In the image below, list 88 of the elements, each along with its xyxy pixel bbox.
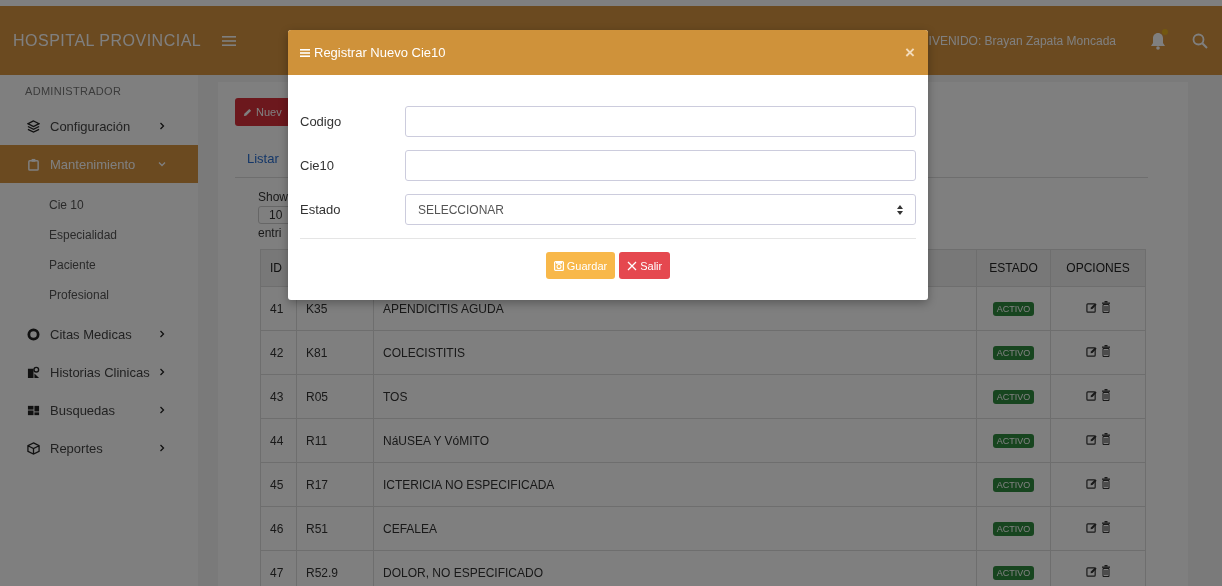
cube-icon	[27, 441, 40, 455]
grid-icon	[27, 403, 40, 417]
trash-icon	[1100, 521, 1111, 534]
show-label: Show	[258, 190, 290, 204]
table-cell: NáUSEA Y VóMITO	[373, 418, 977, 463]
status-badge: ACTIVO	[992, 434, 1035, 448]
table-cell: 46	[260, 506, 297, 551]
trash-icon	[1100, 389, 1111, 402]
trash-icon	[1100, 565, 1111, 578]
field-label: Codigo	[300, 114, 343, 129]
menu-icon	[300, 47, 310, 58]
edit-icon	[1085, 565, 1097, 577]
submenu-item[interactable]: Especialidad	[0, 220, 198, 250]
table-cell: 43	[260, 374, 297, 419]
status-badge: ACTIVO	[992, 302, 1035, 316]
edit-button[interactable]	[1085, 565, 1097, 577]
table-cell: CEFALEA	[373, 506, 977, 551]
table-cell: R17	[296, 462, 374, 507]
select-field[interactable]: SELECCIONAR	[405, 194, 916, 225]
table-cell: TOS	[373, 374, 977, 419]
table-cell: 45	[260, 462, 297, 507]
trash-icon	[1100, 433, 1111, 446]
delete-button[interactable]	[1100, 477, 1111, 490]
field-label: Cie10	[300, 158, 335, 173]
edit-button[interactable]	[1085, 301, 1097, 313]
edit-icon	[1085, 477, 1097, 489]
sidebar-item[interactable]: Reportes	[0, 429, 198, 467]
field-label: Estado	[300, 202, 342, 217]
submenu-item[interactable]: Paciente	[0, 250, 198, 280]
layers-icon	[27, 119, 40, 133]
list-tab[interactable]: Listar	[247, 151, 279, 166]
entries-label: entri	[258, 226, 283, 240]
section-heading: ADMINISTRADOR	[24, 85, 123, 97]
edit-button[interactable]	[1085, 477, 1097, 489]
circle-icon	[27, 327, 40, 341]
edit-button[interactable]	[1085, 521, 1097, 533]
delete-button[interactable]	[1100, 433, 1111, 446]
delete-button[interactable]	[1100, 345, 1111, 358]
delete-button[interactable]	[1100, 521, 1111, 534]
brand-title: HOSPITAL PROVINCIAL	[12, 31, 198, 50]
status-badge: ACTIVO	[992, 346, 1035, 360]
sort-arrows-icon	[897, 204, 903, 215]
delete-button[interactable]	[1100, 301, 1111, 314]
clipboard-icon	[27, 157, 40, 171]
edit-icon	[1085, 389, 1097, 401]
sidebar-item[interactable]: Citas Medicas	[0, 315, 198, 353]
trash-icon	[1100, 477, 1111, 490]
submenu-item[interactable]: Cie 10	[0, 190, 198, 220]
table-cell: 44	[260, 418, 297, 463]
welcome-text: IVENIDO: Brayan Zapata Moncada	[928, 33, 1116, 48]
edit-button[interactable]	[1085, 345, 1097, 357]
edit-icon	[1085, 301, 1097, 313]
status-badge: ACTIVO	[992, 390, 1035, 404]
modal-title: Registrar Nuevo Cie10	[314, 45, 446, 60]
submenu-item[interactable]: Profesional	[0, 280, 198, 310]
status-badge: ACTIVO	[992, 522, 1035, 536]
input-field[interactable]	[405, 150, 916, 181]
table-cell: R11	[296, 418, 374, 463]
edit-icon	[1085, 433, 1097, 445]
table-cell: COLECISTITIS	[373, 330, 977, 375]
trash-icon	[1100, 345, 1111, 358]
table-cell: 47	[260, 550, 297, 586]
column-header: OPCIONES	[1050, 249, 1146, 287]
table-cell: R05	[296, 374, 374, 419]
sidebar-item[interactable]: Busquedas	[0, 391, 198, 429]
pencil-icon	[243, 107, 252, 117]
sidebar-item[interactable]: Mantenimiento	[0, 145, 198, 183]
sidebar-item[interactable]: Configuración	[0, 107, 198, 145]
edit-icon	[1085, 345, 1097, 357]
table-cell: K81	[296, 330, 374, 375]
close-icon	[627, 260, 638, 271]
delete-button[interactable]	[1100, 565, 1111, 578]
exit-button[interactable]: Salir	[619, 252, 671, 279]
sidebar-item[interactable]: Historias Clinicas	[0, 353, 198, 391]
trash-icon	[1100, 301, 1111, 314]
table-cell: ICTERICIA NO ESPECIFICADA	[373, 462, 977, 507]
column-header: ESTADO	[976, 249, 1051, 287]
input-field[interactable]	[405, 106, 916, 137]
edit-button[interactable]	[1085, 433, 1097, 445]
edit-icon	[1085, 521, 1097, 533]
status-badge: ACTIVO	[992, 566, 1035, 580]
table-cell: 42	[260, 330, 297, 375]
delete-button[interactable]	[1100, 389, 1111, 402]
edit-button[interactable]	[1085, 389, 1097, 401]
status-badge: ACTIVO	[992, 478, 1035, 492]
close-button[interactable]: ×	[905, 42, 915, 63]
save-icon	[553, 260, 564, 271]
table-cell: R51	[296, 506, 374, 551]
